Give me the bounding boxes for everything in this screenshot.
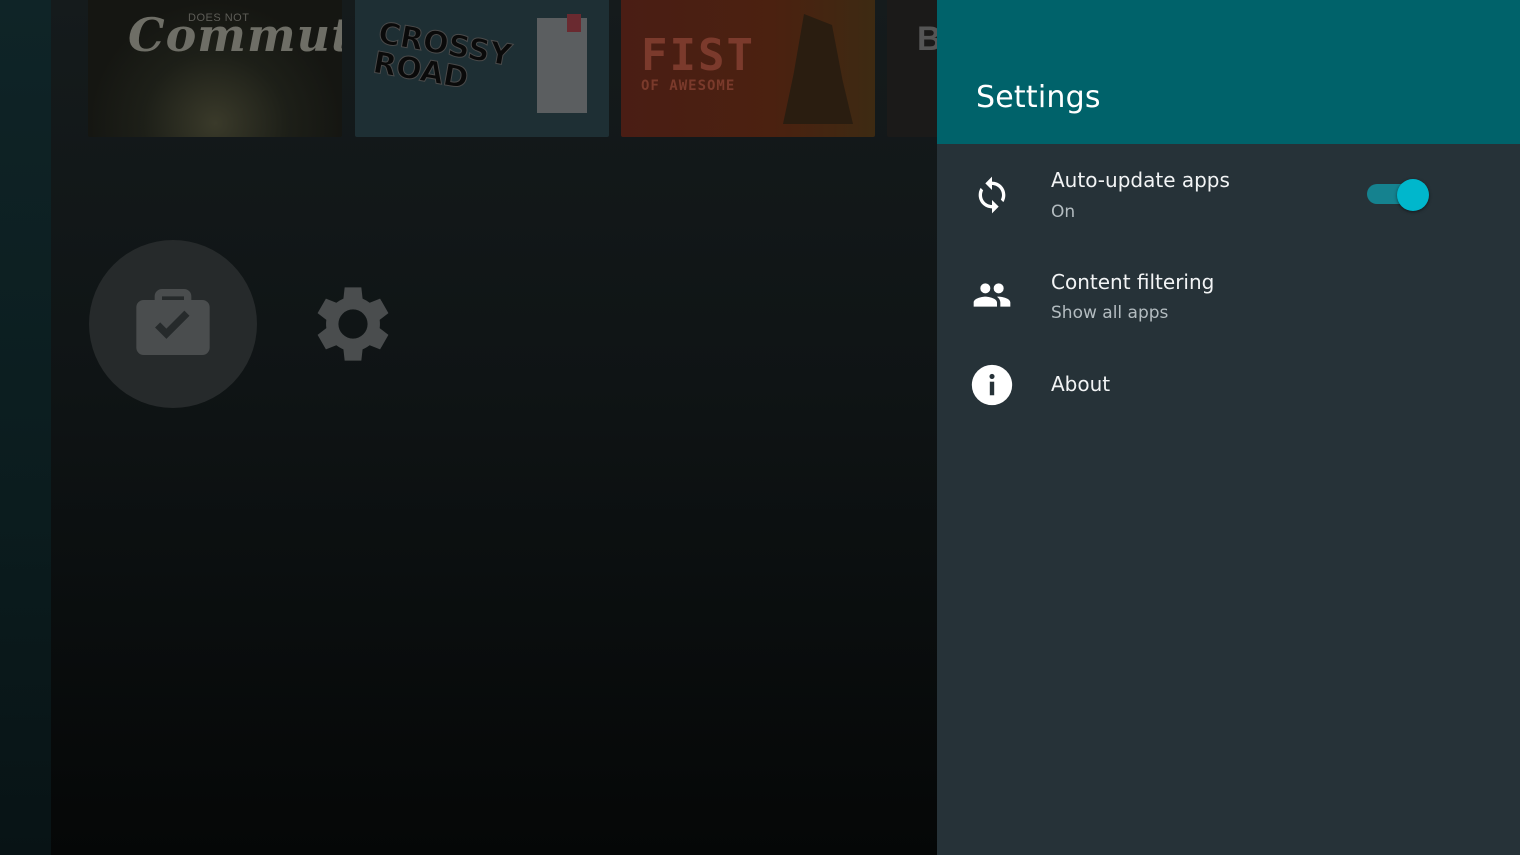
setting-title: About	[1051, 372, 1111, 396]
app-tile-does-not-commute[interactable]: DOES NOT Commute	[88, 0, 342, 137]
tv-home-screen: DOES NOT Commute CROSSY ROAD FIST OF AWE…	[0, 0, 1520, 855]
briefcase-check-icon	[136, 289, 210, 355]
app-tile-title: FIST	[641, 30, 755, 81]
settings-shortcut[interactable]	[303, 274, 403, 379]
setting-auto-update-apps[interactable]: Auto-update apps On	[937, 160, 1520, 240]
app-tile-crossy-road[interactable]: CROSSY ROAD	[355, 0, 609, 137]
app-tile-partial[interactable]: B	[887, 0, 937, 137]
toggle-thumb	[1397, 179, 1429, 211]
setting-title: Auto-update apps	[1051, 168, 1230, 192]
left-edge-strip	[0, 0, 51, 855]
info-icon	[967, 360, 1017, 410]
settings-header: Settings	[937, 0, 1520, 144]
apps-shortcut[interactable]	[89, 240, 257, 408]
setting-subtitle: On	[1051, 202, 1076, 222]
sync-icon	[967, 170, 1017, 220]
setting-subtitle: Show all apps	[1051, 303, 1169, 323]
setting-content-filtering[interactable]: Content filtering Show all apps	[937, 262, 1520, 342]
app-tile-logo: CROSSY ROAD	[370, 15, 514, 101]
setting-title: Content filtering	[1051, 270, 1215, 294]
app-tile-title: Commute	[128, 8, 342, 62]
settings-title: Settings	[976, 80, 1101, 115]
bear-artwork	[783, 14, 853, 124]
app-tile-letter: B	[917, 20, 937, 58]
gear-icon	[317, 287, 389, 361]
app-tile-subtitle: OF AWESOME	[641, 78, 736, 94]
settings-panel: Settings Auto-update apps On Content fil…	[937, 0, 1520, 855]
auto-update-toggle[interactable]	[1367, 179, 1429, 211]
people-icon	[967, 270, 1017, 320]
setting-about[interactable]: About	[937, 360, 1520, 410]
app-row: DOES NOT Commute CROSSY ROAD FIST OF AWE…	[88, 0, 937, 137]
chicken-artwork	[537, 14, 587, 113]
app-tile-fist-of-awesome[interactable]: FIST OF AWESOME	[621, 0, 875, 137]
